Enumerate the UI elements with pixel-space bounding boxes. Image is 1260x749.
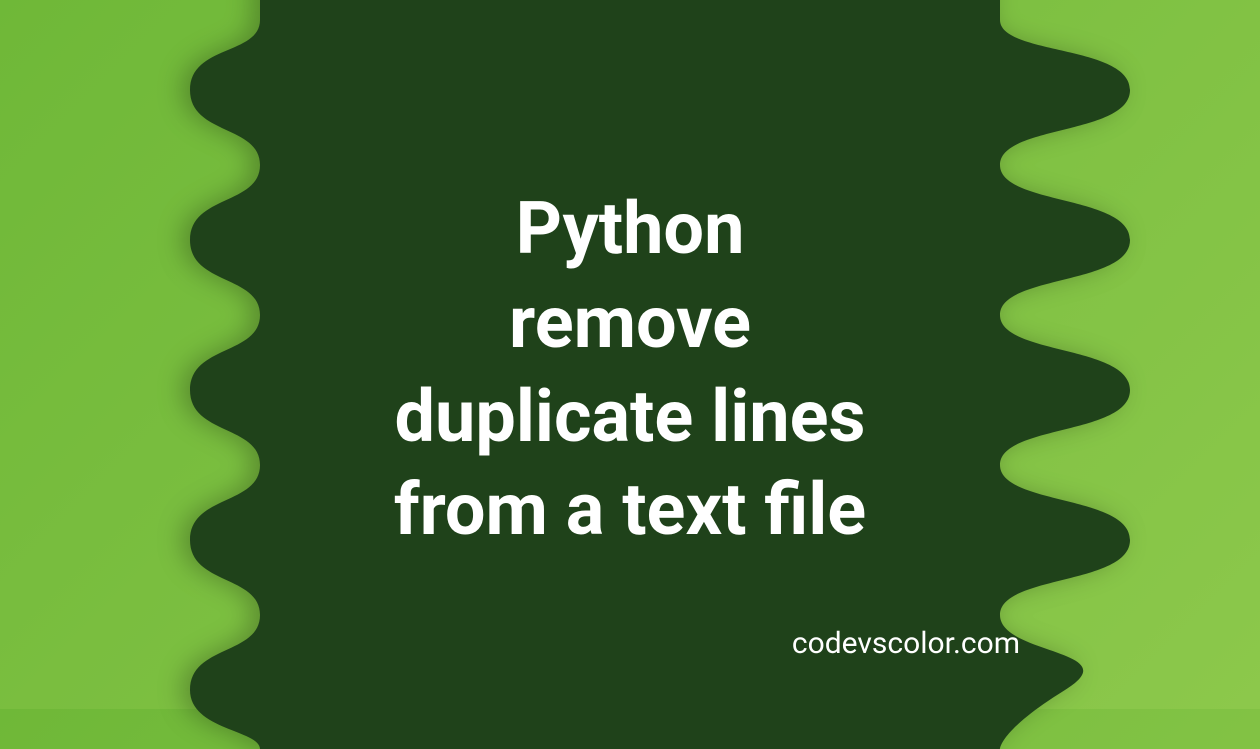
title-line-2: remove — [509, 280, 751, 365]
title-line-3: duplicate lines — [395, 374, 866, 459]
title-line-1: Python — [516, 186, 745, 271]
title-line-4: from a text file — [394, 467, 866, 552]
main-title: Python remove duplicate lines from a tex… — [394, 182, 866, 556]
content-wrapper: Python remove duplicate lines from a tex… — [0, 0, 1260, 709]
brand-text: codevscolor.com — [792, 626, 1020, 661]
